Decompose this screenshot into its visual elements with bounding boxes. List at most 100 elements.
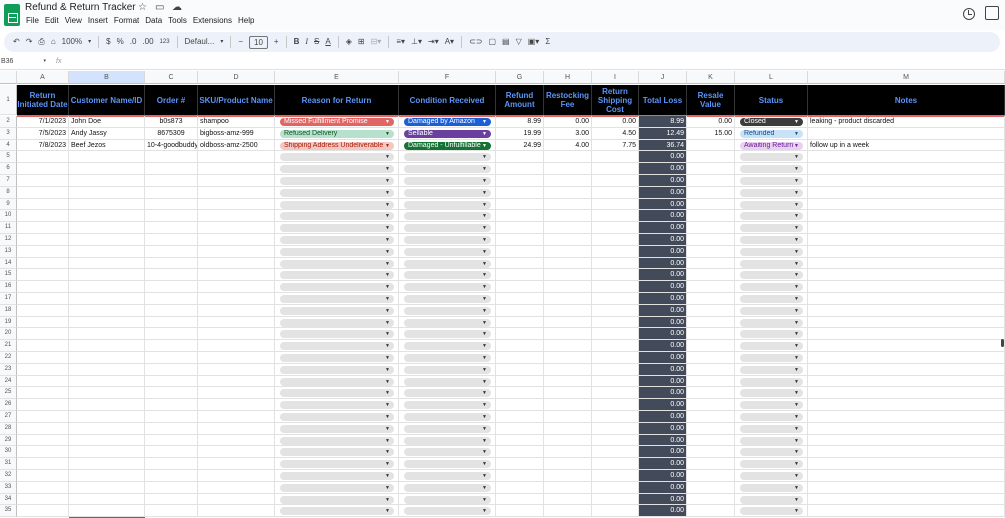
header-cell-f[interactable]: Condition Received	[399, 85, 496, 115]
cell-m16[interactable]	[808, 281, 1005, 293]
row-header[interactable]: 15	[0, 269, 17, 282]
condition-dropdown-empty[interactable]: ▼	[404, 153, 491, 162]
cell-b13[interactable]	[69, 245, 145, 258]
cell-b17[interactable]	[69, 293, 145, 305]
cell-d34[interactable]	[198, 493, 275, 506]
cell-g31[interactable]	[496, 458, 544, 470]
cell-g21[interactable]	[496, 340, 544, 352]
cell-j10[interactable]: 0.00	[639, 210, 687, 223]
cell-m18[interactable]	[808, 304, 1005, 317]
cell-h21[interactable]	[544, 340, 592, 352]
reason-dropdown-empty[interactable]: ▼	[280, 177, 394, 185]
reason-dropdown-empty[interactable]: ▼	[280, 165, 394, 174]
font-size-input[interactable]: 10	[249, 35, 268, 49]
reason-dropdown-empty[interactable]: ▼	[280, 200, 394, 209]
reason-dropdown-empty[interactable]: ▼	[280, 377, 394, 386]
font-select[interactable]: Defaul...	[185, 37, 215, 47]
cell-k20[interactable]	[687, 328, 735, 341]
condition-dropdown-empty[interactable]: ▼	[404, 306, 491, 315]
row-header[interactable]: 21	[0, 340, 17, 352]
reason-dropdown-empty[interactable]: ▼	[280, 365, 394, 374]
condition-dropdown[interactable]: Damaged by Amazon ▼	[404, 118, 491, 126]
cell-c30[interactable]	[145, 446, 198, 459]
cell-b5[interactable]	[69, 151, 145, 164]
cell-g6[interactable]	[496, 163, 544, 175]
row-header[interactable]: 24	[0, 375, 17, 388]
cloud-status-icon[interactable]: ☁	[172, 2, 182, 13]
column-header-m[interactable]: M	[808, 71, 1005, 84]
cell-m22[interactable]	[808, 352, 1005, 364]
cell-b3[interactable]: Andy Jassy	[69, 127, 145, 140]
reason-dropdown-empty[interactable]: ▼	[280, 354, 394, 362]
condition-dropdown-empty[interactable]: ▼	[404, 188, 491, 197]
cell-h33[interactable]	[544, 481, 592, 494]
row-header[interactable]: 26	[0, 399, 17, 411]
vertical-align-icon[interactable]: ⊥▾	[411, 37, 422, 47]
cell-c24[interactable]	[145, 375, 198, 388]
reason-dropdown-empty[interactable]: ▼	[280, 318, 394, 327]
cell-c13[interactable]	[145, 245, 198, 258]
status-dropdown-empty[interactable]: ▼	[740, 389, 803, 398]
cell-j31[interactable]: 0.00	[639, 458, 687, 470]
cell-c28[interactable]	[145, 422, 198, 435]
cell-i28[interactable]	[592, 422, 639, 435]
cell-m5[interactable]	[808, 151, 1005, 164]
row-header[interactable]: 30	[0, 446, 17, 459]
cell-a22[interactable]	[17, 352, 69, 364]
reason-dropdown-empty[interactable]: ▼	[280, 448, 394, 457]
cell-b27[interactable]	[69, 411, 145, 423]
cell-b14[interactable]	[69, 257, 145, 270]
cell-j7[interactable]: 0.00	[639, 175, 687, 187]
cell-m3[interactable]	[808, 127, 1005, 140]
cell-h10[interactable]	[544, 210, 592, 223]
condition-dropdown-empty[interactable]: ▼	[404, 318, 491, 327]
status-dropdown-empty[interactable]: ▼	[740, 365, 803, 374]
cell-g14[interactable]	[496, 257, 544, 270]
cell-k2[interactable]: 0.00	[687, 116, 735, 128]
row-header[interactable]: 34	[0, 493, 17, 506]
cell-j11[interactable]: 0.00	[639, 222, 687, 234]
cell-h27[interactable]	[544, 411, 592, 423]
cell-k19[interactable]	[687, 316, 735, 329]
cell-i31[interactable]	[592, 458, 639, 470]
cell-d19[interactable]	[198, 316, 275, 329]
cell-j2[interactable]: 8.99	[639, 116, 687, 128]
cell-c25[interactable]	[145, 387, 198, 400]
condition-dropdown-empty[interactable]: ▼	[404, 365, 491, 374]
reason-dropdown-empty[interactable]: ▼	[280, 271, 394, 280]
condition-dropdown-empty[interactable]: ▼	[404, 389, 491, 398]
reason-dropdown-empty[interactable]: ▼	[280, 236, 394, 244]
cell-i4[interactable]: 7.75	[592, 139, 639, 152]
cell-j26[interactable]: 0.00	[639, 399, 687, 411]
cell-a20[interactable]	[17, 328, 69, 341]
cell-g5[interactable]	[496, 151, 544, 164]
cell-g23[interactable]	[496, 363, 544, 376]
column-header-e[interactable]: E	[275, 71, 399, 84]
cell-m32[interactable]	[808, 470, 1005, 482]
cell-j14[interactable]: 0.00	[639, 257, 687, 270]
cell-i24[interactable]	[592, 375, 639, 388]
menu-view[interactable]: View	[64, 16, 87, 26]
condition-dropdown-empty[interactable]: ▼	[404, 436, 491, 445]
italic-button[interactable]: I	[305, 37, 308, 47]
condition-dropdown-empty[interactable]: ▼	[404, 448, 491, 457]
cell-m4[interactable]: follow up in a week	[808, 139, 1005, 152]
cell-a28[interactable]	[17, 422, 69, 435]
cell-k28[interactable]	[687, 422, 735, 435]
row-header[interactable]: 13	[0, 245, 17, 258]
cell-i27[interactable]	[592, 411, 639, 423]
cell-i7[interactable]	[592, 175, 639, 187]
status-dropdown-empty[interactable]: ▼	[740, 401, 803, 410]
condition-dropdown-empty[interactable]: ▼	[404, 330, 491, 339]
cell-k16[interactable]	[687, 281, 735, 293]
menu-extensions[interactable]: Extensions	[192, 16, 237, 26]
cell-j17[interactable]: 0.00	[639, 293, 687, 305]
cell-a27[interactable]	[17, 411, 69, 423]
percent-format-button[interactable]: %	[117, 37, 124, 47]
cell-m19[interactable]	[808, 316, 1005, 329]
cell-k26[interactable]	[687, 399, 735, 411]
cell-g26[interactable]	[496, 399, 544, 411]
cell-g33[interactable]	[496, 481, 544, 494]
cell-j4[interactable]: 36.74	[639, 139, 687, 152]
row-header[interactable]: 31	[0, 458, 17, 470]
